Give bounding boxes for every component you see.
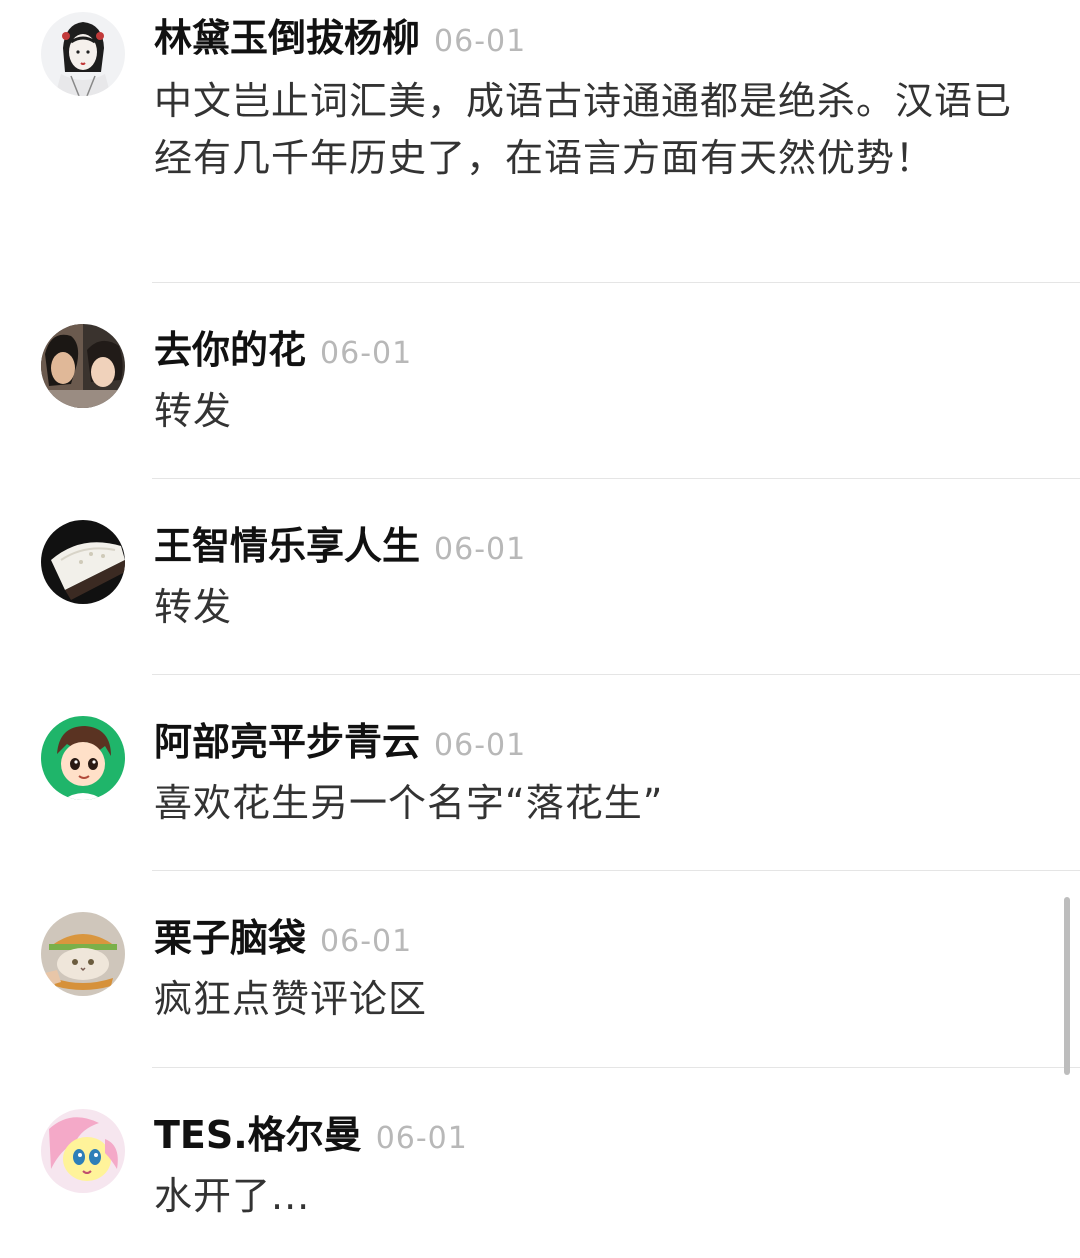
comment-text: 转发 [154,389,233,433]
scrollbar[interactable] [1064,897,1070,1075]
burger-cat-avatar-icon[interactable] [41,912,125,996]
comment-text: 喜欢花生另一个名字“落花生” [154,781,664,825]
commenter-name[interactable]: 栗子脑袋 [154,916,306,960]
cake-slice-avatar-icon[interactable] [41,520,125,604]
comment-date: 06-01 [375,1121,468,1156]
commenter-name[interactable]: 王智情乐享人生 [154,524,420,568]
comment-item[interactable]: 阿部亮平步青云 06-01 喜欢花生另一个名字“落花生” [0,675,1080,871]
comment-date: 06-01 [320,924,413,959]
commenter-name[interactable]: 去你的花 [154,328,306,372]
comment-text: 疯狂点赞评论区 [154,977,428,1021]
comment-item[interactable]: 林黛玉倒拔杨柳 06-01 中文岂止词汇美，成语古诗通通都是绝杀。汉语已经有几千年… [0,0,1080,283]
comment-item[interactable]: 栗子脑袋 06-01 疯狂点赞评论区 [0,871,1080,1067]
commenter-name[interactable]: TES.格尔曼 [154,1113,362,1157]
comment-item[interactable]: 去你的花 06-01 转发 [0,283,1080,479]
comment-text: 转发 [154,585,233,629]
couple-photo-avatar-icon[interactable] [41,324,125,408]
ink-portrait-avatar-icon[interactable] [41,12,125,96]
pony-avatar-icon[interactable] [41,1109,125,1193]
cartoon-boy-avatar-icon[interactable] [41,716,125,800]
comment-list: 林黛玉倒拔杨柳 06-01 中文岂止词汇美，成语古诗通通都是绝杀。汉语已经有几千年… [0,0,1080,1258]
commenter-name[interactable]: 林黛玉倒拔杨柳 [154,16,420,60]
comment-item[interactable]: TES.格尔曼 06-01 水开了... [0,1068,1080,1258]
comment-date: 06-01 [434,532,527,567]
comment-date: 06-01 [320,336,413,371]
comment-item[interactable]: 王智情乐享人生 06-01 转发 [0,479,1080,675]
commenter-name[interactable]: 阿部亮平步青云 [154,720,420,764]
comment-date: 06-01 [434,728,527,763]
comment-text: 水开了... [154,1174,311,1218]
comment-date: 06-01 [434,24,527,59]
comment-text: 中文岂止词汇美，成语古诗通通都是绝杀。汉语已经有几千年历史了，在语言方面有天然优… [154,79,1013,180]
